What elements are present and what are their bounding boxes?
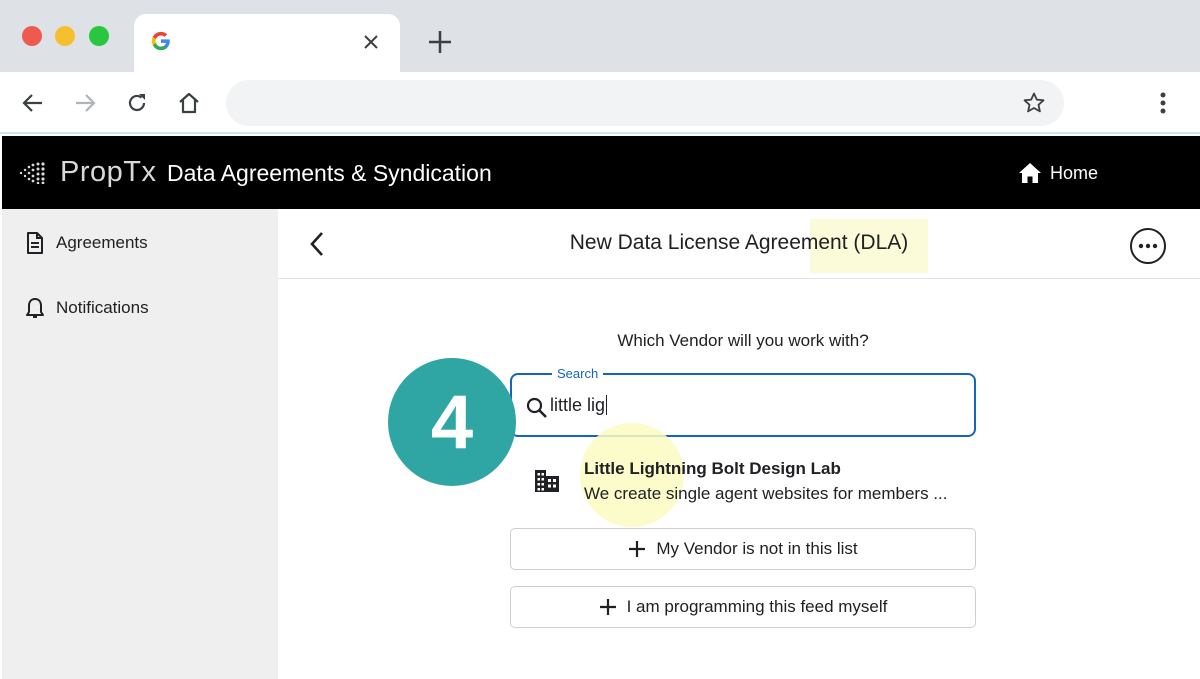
sidebar-item-label: Agreements bbox=[56, 233, 148, 252]
search-icon bbox=[526, 397, 547, 418]
close-icon[interactable] bbox=[359, 30, 383, 54]
more-options-icon[interactable] bbox=[1130, 228, 1166, 264]
vendor-not-listed-label: My Vendor is not in this list bbox=[656, 539, 858, 558]
proptx-logo-icon bbox=[19, 162, 45, 184]
plus-icon bbox=[599, 599, 616, 615]
forward-arrow-icon[interactable] bbox=[68, 86, 102, 120]
sidebar: Agreements Notifications bbox=[2, 209, 278, 679]
google-g-icon bbox=[151, 31, 170, 51]
sidebar-item-agreements[interactable]: Agreements bbox=[24, 231, 148, 255]
vendor-description: We create single agent websites for memb… bbox=[584, 484, 948, 503]
browser-toolbar bbox=[0, 72, 1200, 134]
self-programming-button[interactable]: I am programming this feed myself bbox=[510, 586, 976, 628]
window-zoom-button[interactable] bbox=[89, 26, 109, 46]
new-tab-plus-icon[interactable] bbox=[424, 28, 456, 56]
home-label: Home bbox=[1050, 162, 1099, 183]
browser-menu-icon[interactable] bbox=[1150, 88, 1176, 118]
sidebar-item-notifications[interactable]: Notifications bbox=[24, 296, 149, 320]
logo-wordmark: PropTx bbox=[60, 156, 157, 188]
back-arrow-icon[interactable] bbox=[16, 86, 50, 120]
main-panel: New Data License Agreement (DLA) Which V… bbox=[278, 209, 1200, 679]
search-legend: Search bbox=[552, 366, 604, 381]
bell-icon bbox=[26, 298, 44, 318]
vendor-result-item[interactable]: Little Lightning Bolt Design Lab We crea… bbox=[510, 423, 976, 527]
window-close-button[interactable] bbox=[22, 26, 42, 46]
reload-icon[interactable] bbox=[120, 86, 154, 120]
address-bar[interactable] bbox=[226, 80, 1064, 126]
document-icon bbox=[27, 232, 43, 254]
vendor-search-field[interactable]: Search little lig bbox=[510, 366, 976, 437]
home-icon bbox=[1019, 163, 1041, 183]
vendor-not-listed-button[interactable]: My Vendor is not in this list bbox=[510, 528, 976, 570]
home-nav-link[interactable]: Home bbox=[1018, 162, 1098, 184]
search-input[interactable]: little lig bbox=[550, 395, 950, 421]
vendor-name: Little Lightning Bolt Design Lab bbox=[584, 459, 841, 478]
browser-tab[interactable] bbox=[134, 14, 400, 72]
browser-tab-strip bbox=[0, 0, 1200, 72]
vendor-question: Which Vendor will you work with? bbox=[617, 331, 869, 350]
step-number-badge: 4 bbox=[388, 358, 516, 486]
self-programming-label: I am programming this feed myself bbox=[626, 597, 888, 616]
sidebar-item-label: Notifications bbox=[56, 298, 149, 317]
search-input-value: little lig bbox=[550, 395, 606, 415]
plus-icon bbox=[629, 541, 646, 557]
bookmark-star-icon[interactable] bbox=[1022, 91, 1046, 115]
building-icon bbox=[535, 470, 559, 492]
home-icon[interactable] bbox=[172, 86, 206, 120]
page-title: New Data License Agreement (DLA) bbox=[569, 231, 909, 254]
app-header: PropTx Data Agreements & Syndication Hom… bbox=[2, 136, 1200, 209]
app-title: Data Agreements & Syndication bbox=[167, 160, 492, 186]
page-header: New Data License Agreement (DLA) bbox=[278, 209, 1200, 279]
window-minimize-button[interactable] bbox=[55, 26, 75, 46]
